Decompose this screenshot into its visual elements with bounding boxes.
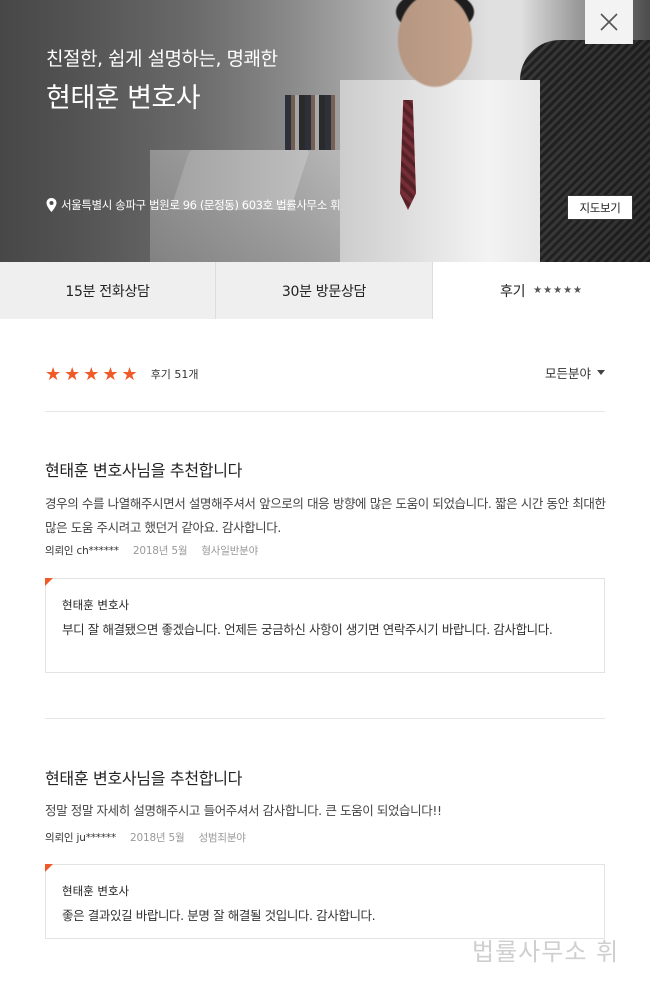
lawyer-reply: 현태훈 변호사 부디 잘 해결됐으면 좋겠습니다. 언제든 궁금하신 사항이 생… <box>45 578 605 673</box>
review-author: 의뢰인 ch****** <box>45 545 119 557</box>
review-count: 후기 51개 <box>150 368 199 381</box>
divider <box>45 718 605 719</box>
tab-phone-consult[interactable]: 15분 전화상담 <box>0 262 216 319</box>
lawyer-name: 현태훈 변호사 <box>46 83 201 114</box>
review-title: 현태훈 변호사님을 추천합니다 <box>45 769 243 788</box>
reply-corner-marker <box>45 578 53 586</box>
filter-label: 모든분야 <box>544 366 591 381</box>
caret-down-icon <box>597 370 605 375</box>
tab-reviews[interactable]: 후기 ★★★★★ <box>433 262 650 319</box>
reply-corner-marker <box>45 864 53 872</box>
lawyer-hero: 친절한, 쉽게 설명하는, 명쾌한 현태훈 변호사 서울특별시 송파구 법원로 … <box>0 0 650 262</box>
divider <box>45 411 605 412</box>
tab-rating-stars: ★★★★★ <box>533 285 583 296</box>
location-pin-icon <box>46 198 57 212</box>
address-text: 서울특별시 송파구 법원로 96 (문정동) 603호 법률사무소 휘 <box>61 198 341 212</box>
hero-overlay <box>0 0 650 262</box>
lawyer-tagline: 친절한, 쉽게 설명하는, 명쾌한 <box>46 48 278 70</box>
review-date: 2018년 5월 <box>132 545 188 557</box>
review-body: 경우의 수를 나열해주시면서 설명해주셔서 앞으로의 대응 방향에 많은 도움이… <box>45 496 606 535</box>
review-category: 성범죄분야 <box>198 832 246 844</box>
close-icon[interactable] <box>599 12 619 32</box>
review-title: 현태훈 변호사님을 추천합니다 <box>45 461 243 480</box>
review-category: 형사일반분야 <box>201 545 259 557</box>
close-button[interactable] <box>585 0 633 44</box>
reply-author: 현태훈 변호사 <box>62 598 130 612</box>
review-author: 의뢰인 ju****** <box>45 832 116 844</box>
tab-label: 15분 전화상담 <box>65 283 150 300</box>
lawyer-address: 서울특별시 송파구 법원로 96 (문정동) 603호 법률사무소 휘 <box>46 197 341 213</box>
category-filter-dropdown[interactable]: 모든분야 <box>545 363 605 382</box>
tab-label: 후기 <box>500 283 526 300</box>
consultation-tabs: 15분 전화상담 30분 방문상담 후기 ★★★★★ <box>0 262 650 319</box>
review-summary: ★★★★★ 후기 51개 모든분야 <box>45 363 605 385</box>
review-body: 정말 정말 자세히 설명해주시고 들어주셔서 감사합니다. 큰 도움이 되었습니… <box>45 803 442 818</box>
map-button[interactable]: 지도보기 <box>567 195 633 220</box>
watermark-logo: 법률사무소 휘 <box>472 938 620 966</box>
review-meta: 의뢰인 ju****** 2018년 5월 성범죄분야 <box>45 830 246 845</box>
reply-author: 현태훈 변호사 <box>62 884 130 898</box>
lawyer-reply: 현태훈 변호사 좋은 결과있길 바랍니다. 분명 잘 해결될 것입니다. 감사합… <box>45 864 605 939</box>
rating-stars: ★★★★★ <box>45 363 141 385</box>
review-date: 2018년 5월 <box>130 832 185 844</box>
reply-text: 좋은 결과있길 바랍니다. 분명 잘 해결될 것입니다. 감사합니다. <box>62 908 376 923</box>
reply-text: 부디 잘 해결됐으면 좋겠습니다. 언제든 궁금하신 사항이 생기면 연락주시기… <box>62 622 553 637</box>
tab-visit-consult[interactable]: 30분 방문상담 <box>216 262 433 319</box>
review-meta: 의뢰인 ch****** 2018년 5월 형사일반분야 <box>45 543 258 558</box>
tab-label: 30분 방문상담 <box>281 283 367 300</box>
